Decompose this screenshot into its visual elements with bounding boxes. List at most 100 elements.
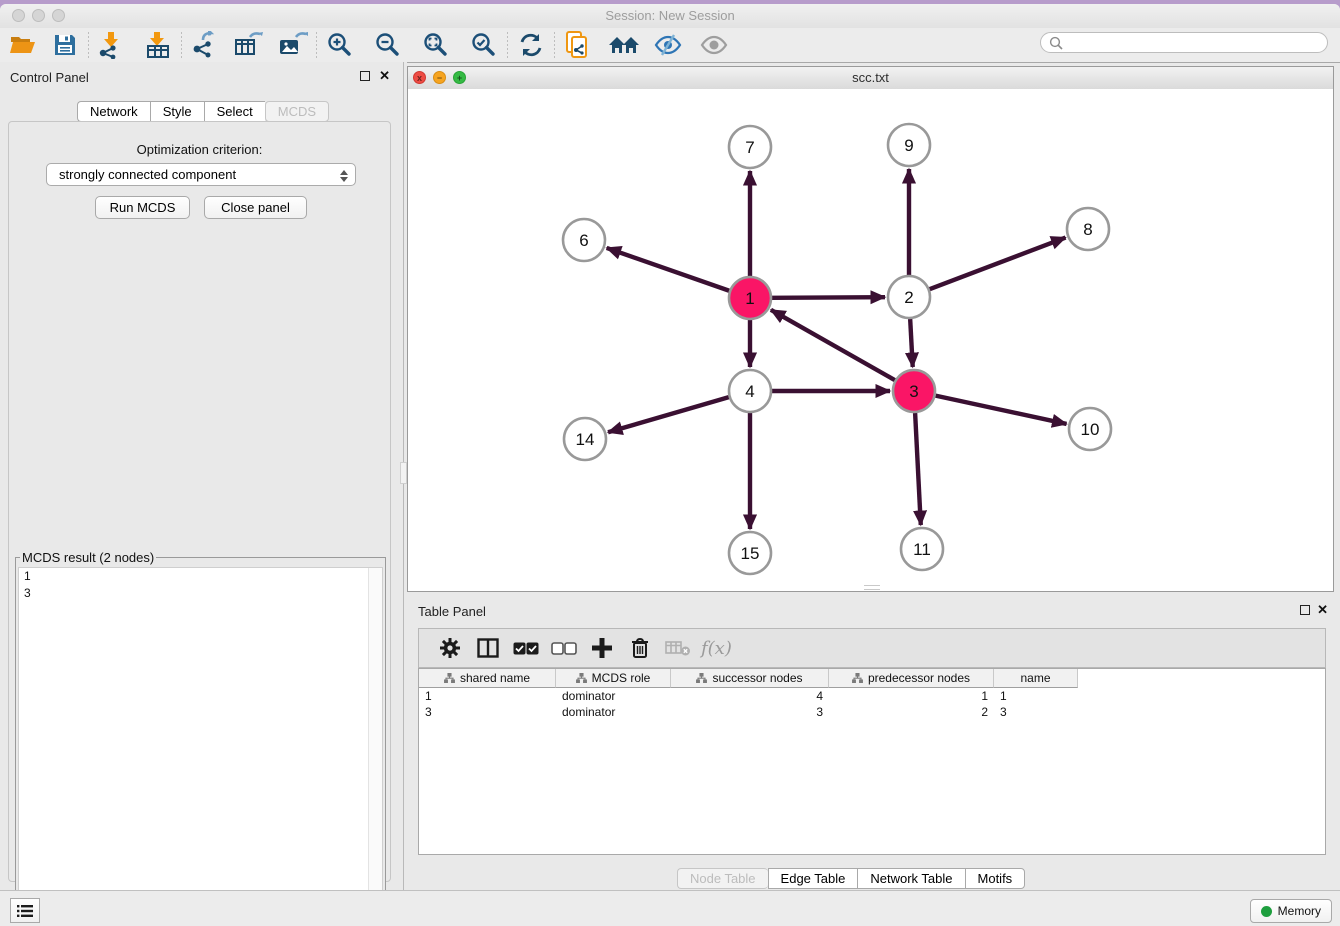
zoom-in-icon[interactable] (323, 30, 357, 60)
cell-shared-name[interactable]: 3 (419, 704, 556, 720)
cell-successor-nodes[interactable]: 4 (671, 688, 829, 704)
graph-edge-1-2[interactable] (772, 297, 885, 298)
control-panel-float-icon[interactable] (360, 71, 370, 81)
split-columns-icon[interactable] (469, 632, 507, 664)
svg-text:11: 11 (913, 540, 931, 559)
graph-node-11[interactable]: 11 (901, 528, 943, 570)
graph-edge-3-1[interactable] (771, 310, 895, 380)
chevron-up-down-icon (340, 170, 348, 182)
svg-text:1: 1 (745, 289, 754, 308)
tab-network-table[interactable]: Network Table (857, 868, 964, 889)
mcds-result-title: MCDS result (2 nodes) (20, 550, 156, 565)
add-column-icon[interactable] (583, 632, 621, 664)
divider-grip[interactable] (400, 462, 407, 484)
graph-edge-2-3[interactable] (910, 319, 913, 367)
zoom-out-icon[interactable] (371, 30, 405, 60)
cell-shared-name[interactable]: 1 (419, 688, 556, 704)
clear-checkboxes-icon[interactable] (545, 632, 583, 664)
cell-mcds-role[interactable]: dominator (556, 688, 671, 704)
sort-icon (444, 673, 455, 683)
graph-node-2[interactable]: 2 (888, 276, 930, 318)
close-panel-button[interactable]: Close panel (204, 196, 307, 219)
graph-node-1[interactable]: 1 (729, 277, 771, 319)
cell-mcds-role[interactable]: dominator (556, 704, 671, 720)
zoom-fit-icon[interactable] (419, 30, 453, 60)
zoom-selected-icon[interactable] (467, 30, 501, 60)
graph-node-10[interactable]: 10 (1069, 408, 1111, 450)
svg-text:7: 7 (745, 138, 754, 157)
column-header-successor-nodes[interactable]: successor nodes (671, 669, 829, 688)
graph-edge-3-11[interactable] (915, 413, 921, 525)
column-header-predecessor-nodes[interactable]: predecessor nodes (829, 669, 994, 688)
cell-name[interactable]: 3 (994, 704, 1078, 720)
table-row[interactable]: 1dominator411 (419, 688, 1325, 704)
graph-edge-3-10[interactable] (936, 396, 1067, 424)
tab-select[interactable]: Select (204, 101, 265, 122)
delete-table-icon (659, 632, 697, 664)
graph-node-14[interactable]: 14 (564, 418, 606, 460)
cell-successor-nodes[interactable]: 3 (671, 704, 829, 720)
panel-divider[interactable] (400, 62, 407, 894)
export-image-icon[interactable] (276, 30, 310, 60)
save-icon[interactable] (48, 30, 82, 60)
column-header-mcds-role[interactable]: MCDS role (556, 669, 671, 688)
main-toolbar (0, 28, 1340, 63)
svg-text:2: 2 (904, 288, 913, 307)
cell-predecessor-nodes[interactable]: 2 (829, 704, 994, 720)
export-network-icon[interactable] (188, 30, 222, 60)
control-panel: Control Panel ✕ Network Style Select MCD… (0, 62, 400, 890)
tab-edge-table[interactable]: Edge Table (768, 868, 858, 889)
tab-mcds[interactable]: MCDS (265, 101, 329, 122)
graph-node-7[interactable]: 7 (729, 126, 771, 168)
tab-node-table[interactable]: Node Table (677, 868, 768, 889)
export-table-icon[interactable] (232, 30, 266, 60)
delete-column-icon[interactable] (621, 632, 659, 664)
network-window-titlebar[interactable]: x − + scc.txt (408, 67, 1333, 90)
settings-gear-icon[interactable] (431, 632, 469, 664)
graph-node-15[interactable]: 15 (729, 532, 771, 574)
table-panel-close-icon[interactable]: ✕ (1317, 605, 1328, 615)
graph-node-4[interactable]: 4 (729, 370, 771, 412)
column-header-name[interactable]: name (994, 669, 1078, 688)
network-resize-grip[interactable] (864, 585, 880, 590)
search-input[interactable] (1068, 35, 1319, 51)
eye-disabled-icon (697, 30, 731, 60)
import-table-icon[interactable] (141, 30, 175, 60)
sort-icon (696, 673, 707, 683)
home-icon[interactable] (607, 30, 641, 60)
result-scrollbar[interactable] (368, 568, 382, 921)
import-network-icon[interactable] (95, 30, 129, 60)
svg-text:4: 4 (745, 382, 754, 401)
table-panel-float-icon[interactable] (1300, 605, 1310, 615)
graph-node-8[interactable]: 8 (1067, 208, 1109, 250)
clone-network-icon[interactable] (561, 30, 595, 60)
graph-node-3[interactable]: 3 (893, 370, 935, 412)
optimization-criterion-dropdown[interactable]: strongly connected component (46, 163, 356, 186)
refresh-icon[interactable] (514, 30, 548, 60)
task-history-button[interactable] (10, 898, 40, 923)
hide-panel-eye-icon[interactable] (651, 30, 685, 60)
mcds-result-line: 3 (19, 585, 382, 602)
graph-edge-1-6[interactable] (607, 248, 730, 291)
tab-network[interactable]: Network (77, 101, 150, 122)
graph-edge-2-8[interactable] (930, 238, 1066, 290)
column-header-label: predecessor nodes (868, 671, 970, 685)
tab-motifs[interactable]: Motifs (965, 868, 1026, 889)
memory-button[interactable]: Memory (1250, 899, 1332, 923)
graph-edge-4-14[interactable] (608, 397, 729, 432)
column-header-shared-name[interactable]: shared name (419, 669, 556, 688)
network-canvas[interactable]: 7 9 6 8 1 2 4 3 14 10 15 11 (408, 89, 1333, 591)
control-panel-close-icon[interactable]: ✕ (379, 71, 390, 81)
tab-style[interactable]: Style (150, 101, 204, 122)
run-mcds-button[interactable]: Run MCDS (95, 196, 190, 219)
table-tabs: Node Table Edge Table Network Table Moti… (677, 868, 1025, 889)
select-all-checkboxes-icon[interactable] (507, 632, 545, 664)
cell-predecessor-nodes[interactable]: 1 (829, 688, 994, 704)
search-box[interactable] (1040, 32, 1328, 53)
open-folder-icon[interactable] (6, 30, 40, 60)
table-row[interactable]: 3dominator323 (419, 704, 1325, 720)
graph-node-6[interactable]: 6 (563, 219, 605, 261)
graph-node-9[interactable]: 9 (888, 124, 930, 166)
cell-name[interactable]: 1 (994, 688, 1078, 704)
mcds-result-area[interactable]: 1 3 (18, 567, 383, 922)
